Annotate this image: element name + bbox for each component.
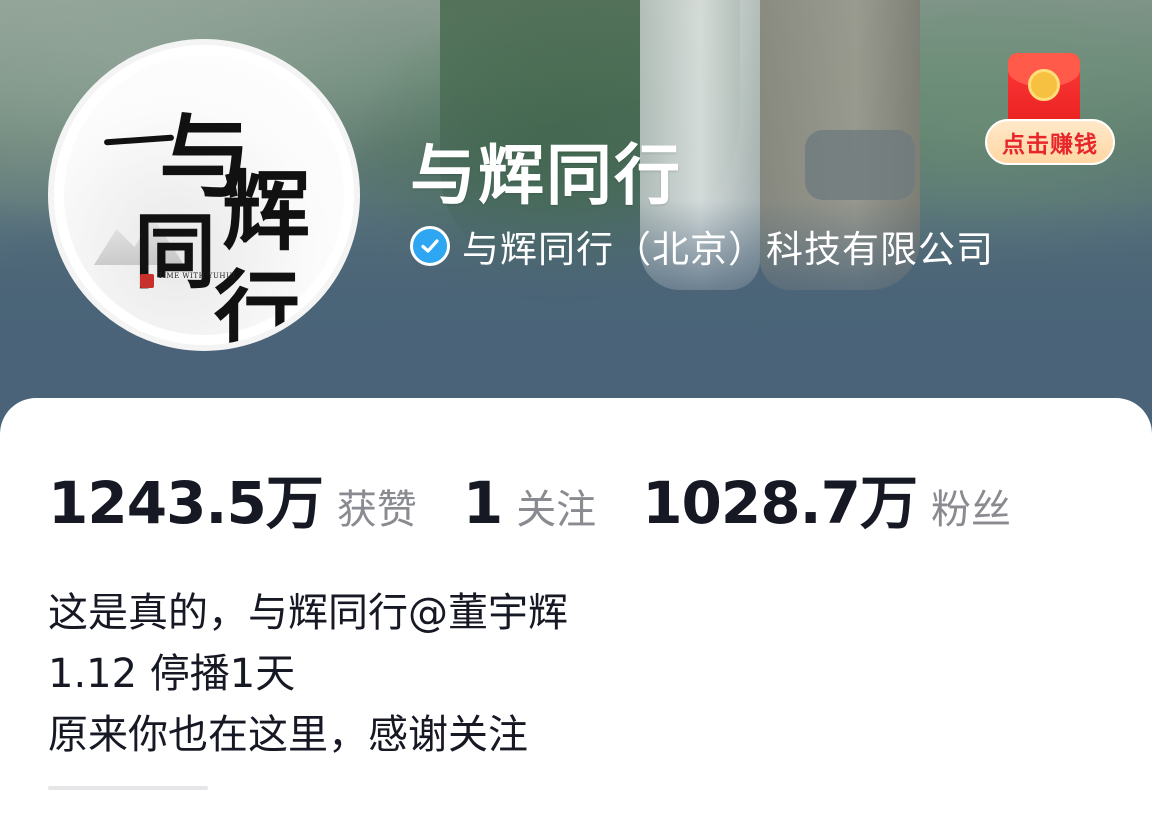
- profile-info-card: 1243.5万 获赞 1 关注 1028.7万 粉丝 这是真的，与辉同行@董宇辉…: [0, 398, 1152, 818]
- bio[interactable]: 这是真的，与辉同行@董宇辉 1.12 停播1天 原来你也在这里，感谢关注: [48, 583, 568, 766]
- avatar-logo: 与 辉 同 行 TIME WITH YUHUI: [64, 55, 344, 345]
- stats-row: 1243.5万 获赞 1 关注 1028.7万 粉丝: [48, 456, 1057, 540]
- account-name: 与辉同行: [410, 137, 682, 214]
- bio-line-3: 原来你也在这里，感谢关注: [48, 712, 528, 758]
- red-seal-stamp: [140, 274, 154, 288]
- avatar[interactable]: 与 辉 同 行 TIME WITH YUHUI: [48, 39, 360, 351]
- verification-row[interactable]: 与辉同行（北京）科技有限公司: [410, 222, 994, 271]
- section-divider: [48, 786, 208, 790]
- likes-label: 获赞: [336, 487, 417, 533]
- followers-label: 粉丝: [931, 487, 1012, 533]
- avatar-char-4: 行: [214, 261, 300, 351]
- following-count: 1: [462, 469, 503, 537]
- verified-check-icon: [410, 226, 450, 266]
- likes-count: 1243.5万: [48, 469, 324, 537]
- red-envelope-icon: [1008, 53, 1080, 129]
- gold-coin-icon: [1028, 69, 1060, 101]
- earn-money-label: 点击赚钱: [985, 119, 1115, 165]
- bio-line-1: 这是真的，与辉同行@董宇辉: [48, 590, 568, 636]
- stat-following[interactable]: 1 关注: [463, 469, 596, 537]
- avatar-tagline: TIME WITH YUHUI: [158, 272, 236, 280]
- verified-organization: 与辉同行（北京）科技有限公司: [462, 228, 994, 271]
- following-label: 关注: [516, 487, 597, 533]
- background-figure-sleeve: [805, 130, 915, 200]
- stat-followers[interactable]: 1028.7万 粉丝: [642, 456, 1011, 540]
- stat-likes[interactable]: 1243.5万 获赞: [48, 456, 417, 540]
- bio-line-2: 1.12 停播1天: [48, 651, 296, 697]
- earn-money-button[interactable]: 点击赚钱: [985, 53, 1117, 171]
- followers-count: 1028.7万: [642, 469, 918, 537]
